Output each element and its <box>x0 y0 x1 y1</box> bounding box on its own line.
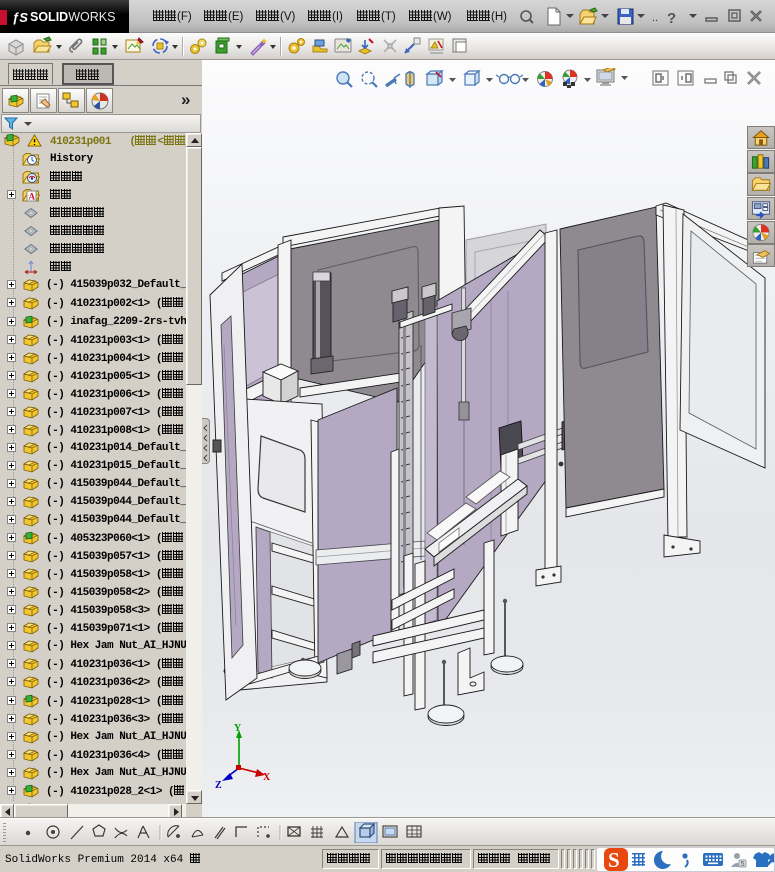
svg-text:..: .. <box>652 12 658 24</box>
svg-text:Y: Y <box>234 723 242 734</box>
svg-text:S: S <box>608 848 620 871</box>
svg-text:5: 5 <box>741 861 745 869</box>
svg-text:ƒS: ƒS <box>12 10 28 25</box>
svg-text:Z: Z <box>215 780 222 791</box>
svg-text:SOLIDWORKS: SOLIDWORKS <box>30 10 115 24</box>
svg-text:A: A <box>29 192 36 202</box>
svg-text:?: ? <box>667 10 676 27</box>
svg-text:X: X <box>263 772 271 783</box>
